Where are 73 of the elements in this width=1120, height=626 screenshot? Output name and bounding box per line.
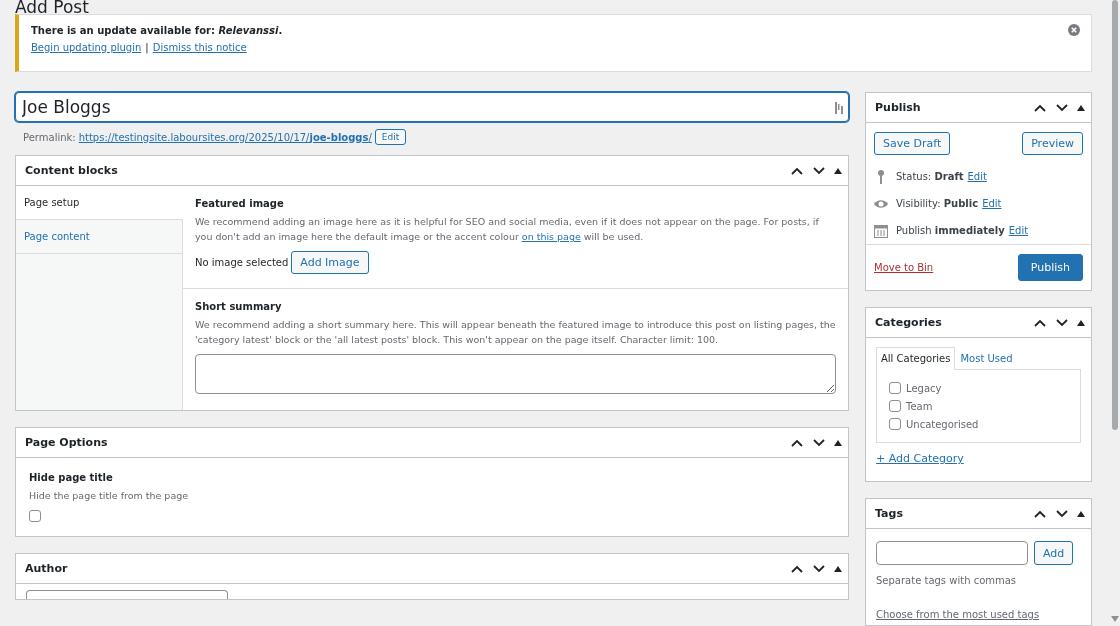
section-tab[interactable]: Page content [16,220,182,254]
summary-input[interactable] [195,354,836,394]
permalink-label: Permalink: [23,131,76,143]
collapse-icon[interactable] [1077,104,1085,111]
field-description: Hide the page title from the page [29,489,190,503]
save-draft-button[interactable]: Save Draft [874,132,951,155]
dismiss-notice-link[interactable]: Dismiss this notice [152,42,247,53]
category-label: Legacy [906,382,942,394]
move-down-icon[interactable] [812,437,826,448]
checkbox[interactable] [889,400,901,412]
add-image-button[interactable]: Add Image [291,251,369,274]
field-title: Featured image [195,198,285,209]
notice-text: There is an update available for: Relevanssi. [31,25,284,36]
edit-permalink-button[interactable]: Edit [374,129,407,145]
publish-setting: Status: Draft [896,171,964,182]
panel-title: Tags [875,507,903,520]
edit-link[interactable]: Edit [967,171,987,182]
publish-button[interactable]: Publish [1017,254,1083,281]
add-category-link[interactable]: + Add Category [876,452,964,465]
move-down-icon[interactable] [1055,508,1069,519]
field-title: Hide page title [29,472,114,483]
panel-title: Content blocks [25,164,118,177]
add-tag-button[interactable]: Add [1034,541,1074,565]
preview-button[interactable]: Preview [1022,132,1083,155]
accent-settings-link[interactable]: on this page [521,231,581,242]
begin-update-link[interactable]: Begin updating plugin [31,42,142,53]
checkbox[interactable] [29,510,41,522]
move-down-icon[interactable] [812,563,826,574]
field-title: Short summary [195,301,283,312]
publish-setting: Visibility: Public [896,198,979,209]
panel-title: Author [25,562,68,575]
collapse-icon[interactable] [834,167,842,174]
category-tab[interactable]: All Categories [876,347,956,370]
move-down-icon[interactable] [812,165,826,176]
move-down-icon[interactable] [1055,102,1069,113]
collapse-icon[interactable] [1077,510,1085,517]
scroll-down-icon[interactable] [1111,616,1119,622]
move-down-icon[interactable] [1055,317,1069,328]
author-select[interactable] [26,590,228,599]
move-up-icon[interactable] [790,165,804,176]
move-to-bin-link[interactable]: Move to Bin [874,262,934,273]
field-description: We recommend adding a short summary here. This will appear beneath the featured image to introduce this post on listing pages, the 'category latest' block or the 'all latest posts' block. This won't appear on the page itself. Character limit: 100. [195,318,836,347]
edit-link[interactable]: Edit [982,198,1002,209]
collapse-icon[interactable] [1077,319,1085,326]
move-up-icon[interactable] [790,437,804,448]
checkbox[interactable] [889,418,901,430]
password-manager-icon[interactable] [835,101,844,115]
checkbox[interactable] [889,382,901,394]
category-label: Uncategorised [906,418,979,430]
page-title: Add Post [15,0,90,14]
category-label: Team [906,400,933,412]
calendar-icon [874,222,888,239]
tags-hint: Separate tags with commas [876,575,1018,586]
most-used-tags-link[interactable]: Choose from the most used tags [876,609,1040,620]
move-up-icon[interactable] [1033,102,1047,113]
permalink-url[interactable]: https://testingsite.laboursites.org/2025/10/17/joe-bloggs/ [78,131,372,143]
section-tab[interactable]: Page setup [16,186,183,220]
panel-title: Page Options [25,436,108,449]
dismiss-icon[interactable] [1068,24,1080,36]
image-status: No image selected [195,257,289,268]
move-up-icon[interactable] [790,563,804,574]
panel-title: Publish [875,101,921,114]
field-description: We recommend adding an image here as it is helpful for SEO and social media, even if it does not appear on the page. For posts, if you don't add an image here the default image or the accent colour on this page will be used. [195,215,820,244]
publish-setting: Publish immediately [896,225,1005,236]
move-up-icon[interactable] [1033,317,1047,328]
collapse-icon[interactable] [834,565,842,572]
category-tab[interactable]: Most Used [955,347,1018,369]
link-separator: | [145,42,149,53]
panel-title: Categories [875,316,942,329]
collapse-icon[interactable] [834,439,842,446]
tag-input[interactable] [876,541,1028,565]
edit-link[interactable]: Edit [1008,225,1029,236]
move-up-icon[interactable] [1033,508,1047,519]
